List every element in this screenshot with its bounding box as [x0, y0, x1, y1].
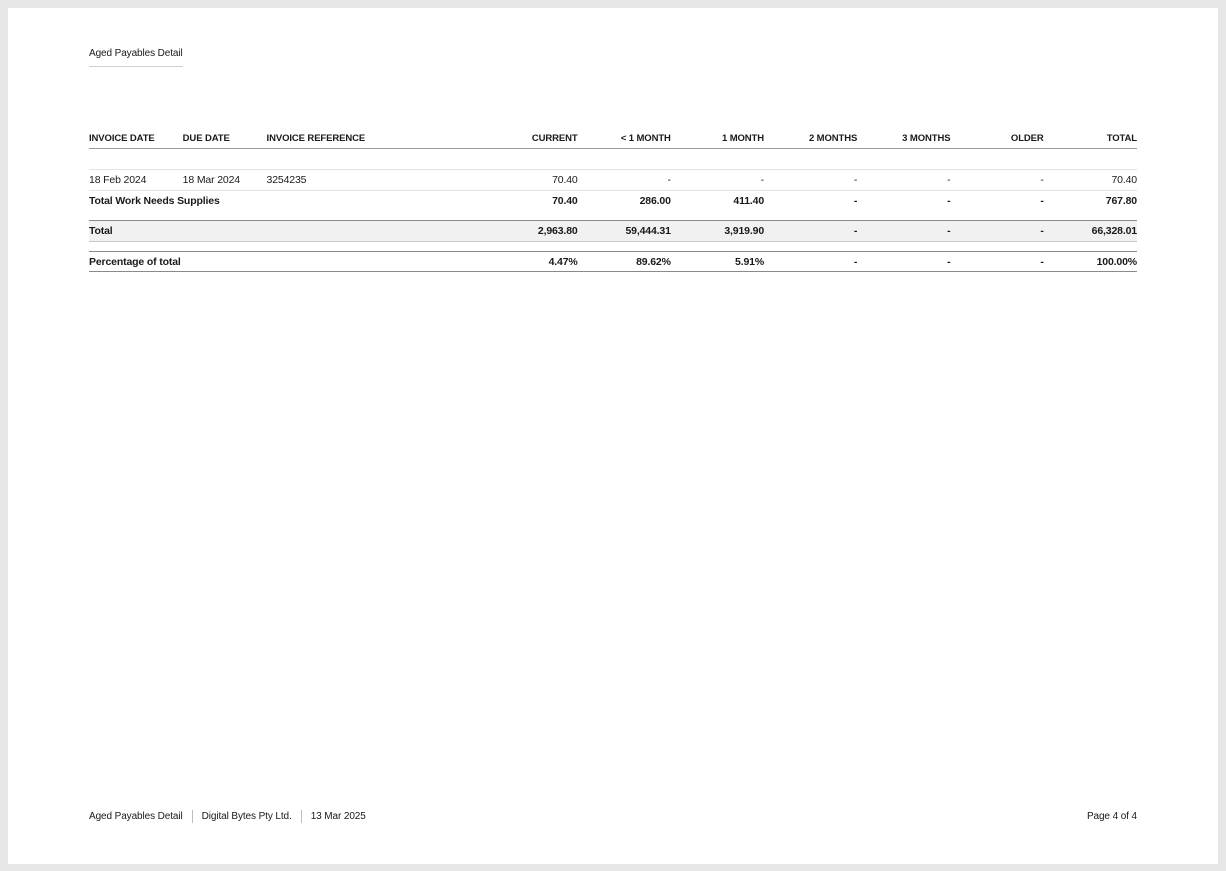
percentage-2-months: - [764, 251, 857, 272]
footer-page-number: Page 4 of 4 [1086, 811, 1137, 822]
subtotal-older: - [1040, 195, 1044, 207]
table-header-row: INVOICE DATE DUE DATE INVOICE REFERENCE … [89, 130, 1137, 149]
cell-lt-1-month: - [577, 169, 671, 191]
col-header-invoice-reference: INVOICE REFERENCE [266, 130, 485, 149]
grand-total-2-months: - [764, 220, 857, 242]
cell-1-month: - [670, 169, 764, 191]
grand-total-older: - [950, 220, 1044, 242]
footer-report-name: Aged Payables Detail [89, 811, 183, 822]
cell-3-months: - [857, 169, 951, 191]
grand-total-3-months: - [857, 220, 951, 242]
page-footer: Aged Payables Detail Digital Bytes Pty L… [89, 810, 1137, 823]
table-row: 18 Feb 2024 18 Mar 2024 3254235 70.40 - … [89, 169, 1137, 191]
percentage-label: Percentage of total [89, 251, 485, 272]
col-header-lt-1-month: < 1 MONTH [577, 130, 671, 149]
grand-total-label: Total [89, 220, 485, 242]
percentage-current: 4.47% [484, 251, 578, 272]
subtotal-lt-1-month: 286.00 [639, 195, 671, 207]
subtotal-2-months: - [853, 195, 858, 207]
subtotal-3-months: - [947, 195, 951, 207]
col-header-current: CURRENT [484, 130, 578, 149]
percentage-total: 100.00% [1043, 251, 1137, 272]
grand-total-row: Total 2,963.80 59,444.31 3,919.90 - - - … [89, 220, 1137, 242]
cell-invoice-reference: 3254235 [266, 169, 485, 191]
cell-older: - [950, 169, 1044, 191]
footer-company: Digital Bytes Pty Ltd. [191, 810, 301, 823]
percentage-lt-1-month: 89.62% [577, 251, 671, 272]
col-header-2-months: 2 MONTHS [764, 130, 857, 149]
percentage-older: - [950, 251, 1044, 272]
subtotal-current: 70.40 [552, 195, 578, 207]
col-header-3-months: 3 MONTHS [857, 130, 951, 149]
cell-current: 70.40 [484, 169, 578, 191]
col-header-total: TOTAL [1043, 130, 1137, 149]
subtotal-1-month: 411.40 [733, 195, 765, 207]
spacer-row [89, 242, 1137, 252]
grand-total-1-month: 3,919.90 [670, 220, 764, 242]
col-header-1-month: 1 MONTH [670, 130, 764, 149]
cell-invoice-date: 18 Feb 2024 [89, 169, 183, 191]
cell-due-date: 18 Mar 2024 [182, 169, 267, 191]
cell-total: 70.40 [1043, 169, 1137, 191]
subtotal-total: 767.80 [1105, 195, 1137, 207]
report-page: Aged Payables Detail INVOICE DATE DUE DA… [8, 8, 1218, 864]
col-header-due-date: DUE DATE [182, 130, 267, 149]
aged-payables-table: INVOICE DATE DUE DATE INVOICE REFERENCE … [89, 130, 1137, 272]
subtotal-row: Total Work Needs Supplies 70.40 286.00 4… [89, 191, 1137, 212]
percentage-3-months: - [857, 251, 951, 272]
group-spacer-row [89, 148, 1137, 170]
footer-date: 13 Mar 2025 [300, 810, 375, 823]
percentage-row: Percentage of total 4.47% 89.62% 5.91% -… [89, 251, 1137, 272]
percentage-1-month: 5.91% [670, 251, 764, 272]
col-header-older: OLDER [950, 130, 1044, 149]
grand-total-total: 66,328.01 [1043, 220, 1137, 242]
cell-2-months: - [764, 169, 857, 191]
grand-total-current: 2,963.80 [484, 220, 578, 242]
subtotal-label: Total Work Needs Supplies [89, 195, 220, 207]
report-title: Aged Payables Detail [89, 48, 183, 67]
grand-total-lt-1-month: 59,444.31 [577, 220, 671, 242]
spacer-row [89, 211, 1137, 221]
col-header-invoice-date: INVOICE DATE [89, 130, 183, 149]
